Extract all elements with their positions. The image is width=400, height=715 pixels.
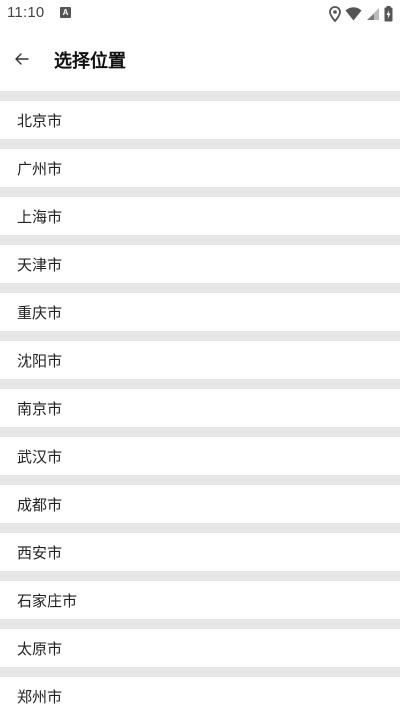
- city-list-item[interactable]: 太原市: [0, 619, 400, 667]
- city-list-item[interactable]: 天津市: [0, 235, 400, 283]
- city-label: 郑州市: [17, 688, 63, 706]
- city-label: 太原市: [17, 640, 63, 658]
- city-list-item[interactable]: 重庆市: [0, 283, 400, 331]
- status-icons: [329, 5, 393, 23]
- city-label: 广州市: [17, 160, 63, 178]
- app-bar: 选择位置: [0, 28, 400, 91]
- city-label: 南京市: [17, 400, 63, 418]
- city-list-item[interactable]: 成都市: [0, 475, 400, 523]
- city-label: 西安市: [17, 544, 63, 562]
- city-list-item[interactable]: 北京市: [0, 91, 400, 139]
- city-list-item[interactable]: 上海市: [0, 187, 400, 235]
- city-list-item[interactable]: 武汉市: [0, 427, 400, 475]
- city-label: 武汉市: [17, 448, 63, 466]
- city-label: 北京市: [17, 112, 63, 130]
- back-button[interactable]: [8, 45, 36, 73]
- city-label: 天津市: [17, 256, 63, 274]
- city-list-item[interactable]: 石家庄市: [0, 571, 400, 619]
- status-bar: 11:10 A: [0, 0, 400, 28]
- city-label: 重庆市: [17, 304, 63, 322]
- city-label: 成都市: [17, 496, 63, 514]
- city-label: 上海市: [17, 208, 63, 226]
- city-list: 北京市广州市上海市天津市重庆市沈阳市南京市武汉市成都市西安市石家庄市太原市郑州市: [0, 91, 400, 715]
- city-list-item[interactable]: 郑州市: [0, 667, 400, 715]
- city-list-item[interactable]: 南京市: [0, 379, 400, 427]
- signal-icon: [367, 8, 379, 20]
- location-icon: [329, 6, 341, 22]
- city-list-item[interactable]: 沈阳市: [0, 331, 400, 379]
- battery-charging-icon: [384, 6, 393, 22]
- city-list-item[interactable]: 广州市: [0, 139, 400, 187]
- arrow-left-icon: [15, 53, 29, 65]
- wifi-icon: [345, 7, 362, 21]
- page-title: 选择位置: [54, 51, 126, 72]
- city-label: 石家庄市: [17, 592, 78, 610]
- city-label: 沈阳市: [17, 352, 63, 370]
- notification-a-icon: A: [60, 7, 71, 18]
- status-time: 11:10: [7, 4, 45, 21]
- city-list-item[interactable]: 西安市: [0, 523, 400, 571]
